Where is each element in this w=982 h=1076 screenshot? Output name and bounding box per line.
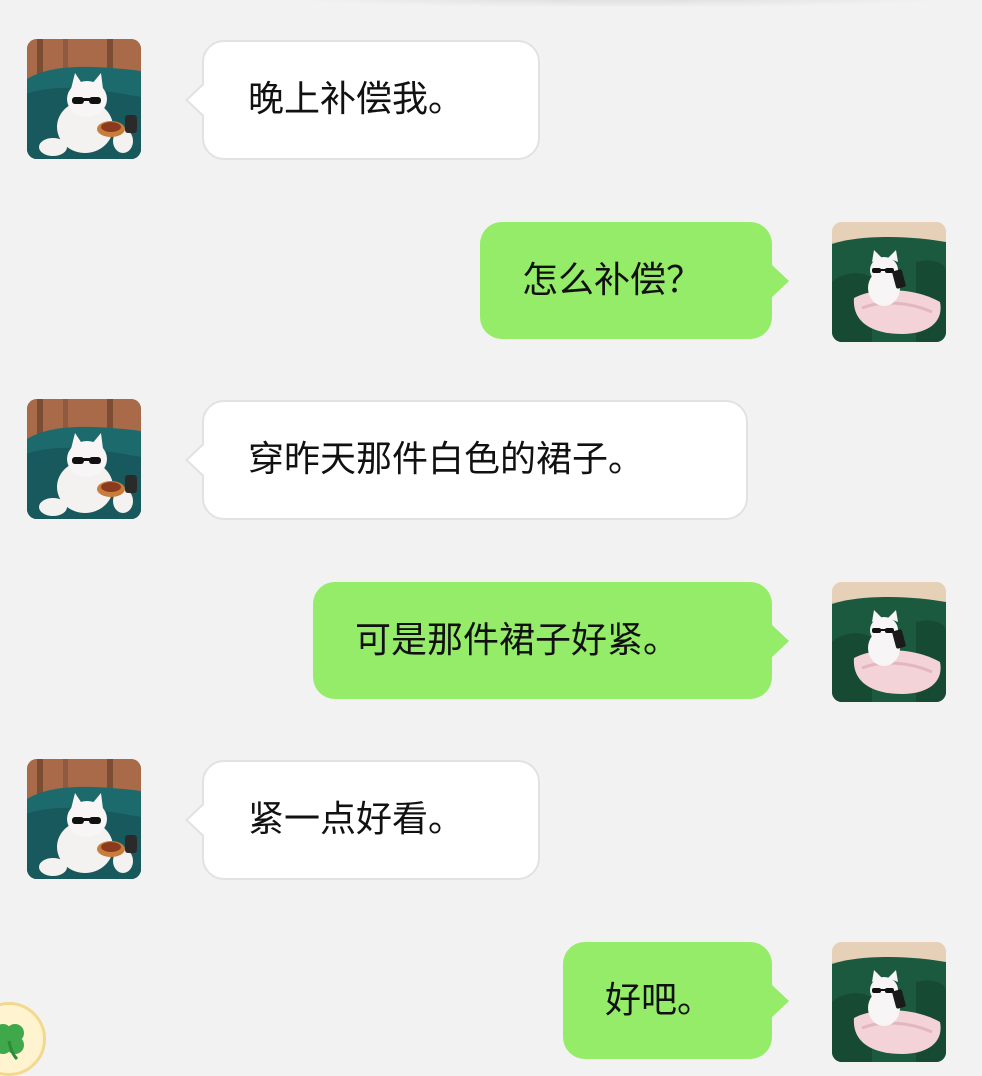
message-row: 好吧。: [0, 942, 982, 1057]
bubble-tail: [188, 84, 205, 116]
message-text: 好吧。: [605, 979, 714, 1021]
bubble-tail: [188, 804, 205, 836]
cat-with-phone-avatar[interactable]: [832, 942, 946, 1062]
incoming-message-bubble[interactable]: 紧一点好看。: [185, 760, 540, 880]
outgoing-message-bubble[interactable]: 可是那件裙子好紧。: [313, 582, 789, 699]
cat-with-sunglasses-avatar[interactable]: [27, 399, 141, 519]
message-text: 可是那件裙子好紧。: [355, 619, 680, 661]
incoming-message-bubble[interactable]: 晚上补偿我。: [185, 40, 540, 160]
message-row: 晚上补偿我。: [0, 39, 982, 161]
message-text: 晚上补偿我。: [248, 79, 465, 120]
cat-with-phone-avatar[interactable]: [832, 222, 946, 342]
top-edge-shadow: [270, 0, 970, 8]
incoming-message-bubble[interactable]: 穿昨天那件白色的裙子。: [185, 400, 748, 520]
outgoing-message-bubble[interactable]: 好吧。: [563, 942, 789, 1059]
cat-with-sunglasses-avatar[interactable]: [27, 759, 141, 879]
message-text: 穿昨天那件白色的裙子。: [248, 439, 645, 480]
message-text: 怎么补偿？: [522, 259, 703, 301]
message-row: 紧一点好看。: [0, 759, 982, 881]
bubble-tail: [188, 444, 205, 476]
bubble-tail: [771, 263, 789, 298]
cat-with-sunglasses-avatar[interactable]: [27, 39, 141, 159]
outgoing-message-bubble[interactable]: 怎么补偿？: [480, 222, 789, 339]
message-row: 可是那件裙子好紧。: [0, 582, 982, 702]
bubble-tail: [771, 623, 789, 658]
bubble-tail: [771, 983, 789, 1018]
message-row: 怎么补偿？: [0, 222, 982, 342]
message-row: 穿昨天那件白色的裙子。: [0, 399, 982, 521]
cat-with-phone-avatar[interactable]: [832, 582, 946, 702]
message-text: 紧一点好看。: [248, 799, 465, 840]
